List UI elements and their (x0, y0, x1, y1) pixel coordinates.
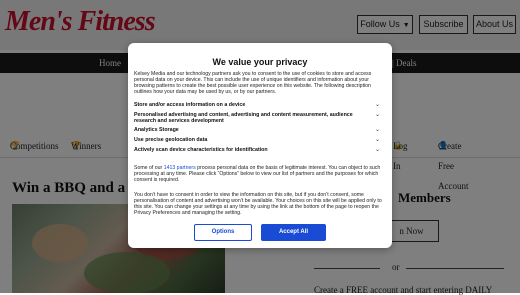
chevron-down-icon[interactable]: ⌄ (375, 102, 380, 109)
chevron-down-icon[interactable]: ⌄ (375, 147, 380, 154)
consent-intro: Kelsey Media and our technology partners… (134, 71, 372, 96)
accept-all-button[interactable]: Accept All (261, 224, 326, 241)
page: Men's Fitness Follow Us▼ Subscribe About… (0, 0, 520, 295)
legitimate-interest-text: Some of our 1413 partners process person… (134, 165, 386, 183)
purpose-item-personalised-ads[interactable]: Personalised advertising and content, ad… (134, 112, 386, 128)
purpose-list: Store and/or access information on a dev… (134, 102, 386, 158)
purpose-item-device-scan[interactable]: Actively scan device characteristics for… (134, 147, 386, 158)
purpose-label: Analytics Storage (134, 127, 179, 133)
legit-prefix: Some of our (134, 165, 164, 171)
purpose-label: Personalised advertising and content, ad… (134, 112, 353, 124)
options-button[interactable]: Options (194, 224, 252, 241)
consent-title: We value your privacy (212, 57, 308, 67)
chevron-down-icon[interactable]: ⌄ (375, 127, 380, 134)
consent-dialog: We value your privacy Kelsey Media and o… (128, 43, 392, 248)
chevron-down-icon[interactable]: ⌄ (375, 137, 380, 144)
partners-link[interactable]: 1413 partners (164, 165, 196, 171)
chevron-down-icon[interactable]: ⌄ (375, 112, 380, 119)
purpose-label: Actively scan device characteristics for… (134, 147, 268, 153)
purpose-label: Store and/or access information on a dev… (134, 102, 246, 108)
consent-optional-text: You don’t have to consent in order to vi… (134, 192, 382, 217)
purpose-label: Use precise geolocation data (134, 137, 208, 143)
